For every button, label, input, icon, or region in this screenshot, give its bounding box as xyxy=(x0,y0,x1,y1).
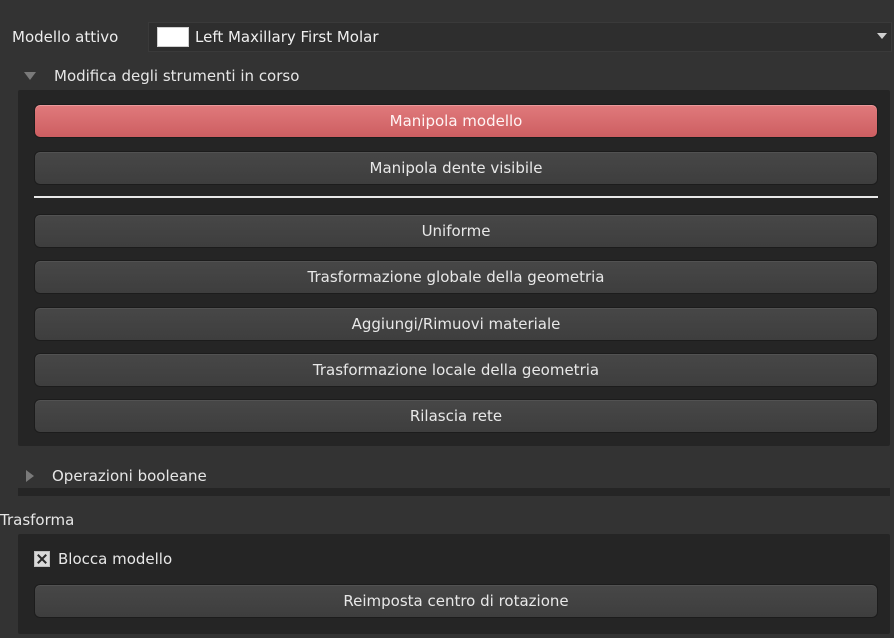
tool-section-title: Modifica degli strumenti in corso xyxy=(54,67,300,85)
boolean-section-header[interactable]: Operazioni booleane xyxy=(18,462,207,490)
reset-rotation-center-button[interactable]: Reimposta centro di rotazione xyxy=(34,584,878,618)
separator-line xyxy=(34,196,878,198)
tool-section-header[interactable]: Modifica degli strumenti in corso xyxy=(18,62,299,90)
smooth-button[interactable]: Uniforme xyxy=(34,214,878,248)
global-transform-button[interactable]: Trasformazione globale della geometria xyxy=(34,260,878,294)
active-model-dropdown[interactable]: Left Maxillary First Molar xyxy=(148,22,892,52)
manipulate-visible-tooth-button[interactable]: Manipola dente visibile xyxy=(34,151,878,185)
active-model-row: Modello attivo Left Maxillary First Mola… xyxy=(12,22,892,52)
boolean-section-collapsed-bar xyxy=(18,488,890,496)
lock-model-checkbox-row[interactable]: Blocca modello xyxy=(34,550,172,568)
chevron-down-icon[interactable] xyxy=(877,33,887,39)
transform-section-title: Trasforma xyxy=(0,511,75,529)
active-model-label: Modello attivo xyxy=(12,28,119,46)
properties-panel: Modello attivo Left Maxillary First Mola… xyxy=(0,0,894,638)
tool-section-group: Manipola modello Manipola dente visibile… xyxy=(18,90,890,446)
add-remove-material-button[interactable]: Aggiungi/Rimuovi materiale xyxy=(34,307,878,341)
boolean-section-title: Operazioni booleane xyxy=(52,467,207,485)
release-mesh-button[interactable]: Rilascia rete xyxy=(34,399,878,433)
collapse-arrow-icon[interactable] xyxy=(26,470,34,482)
model-color-swatch[interactable] xyxy=(157,27,189,47)
active-model-value: Left Maxillary First Molar xyxy=(195,28,379,46)
transform-section-group: Blocca modello Reimposta centro di rotaz… xyxy=(18,534,890,634)
lock-model-label: Blocca modello xyxy=(58,550,173,568)
expand-arrow-icon[interactable] xyxy=(24,72,36,80)
manipulate-model-button[interactable]: Manipola modello xyxy=(34,104,878,138)
lock-model-checkbox[interactable] xyxy=(34,551,50,567)
local-transform-button[interactable]: Trasformazione locale della geometria xyxy=(34,353,878,387)
